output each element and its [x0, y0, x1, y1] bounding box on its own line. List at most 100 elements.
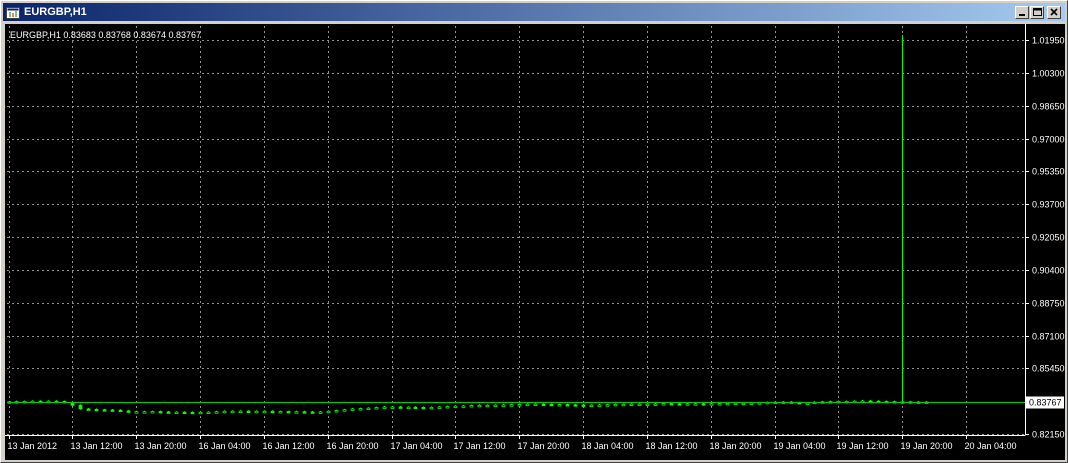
- candle-body: [509, 404, 514, 407]
- candle-body: [150, 411, 155, 414]
- candle-body: [437, 406, 442, 409]
- candle-body: [174, 411, 179, 415]
- candle-body: [517, 404, 522, 407]
- candle-body: [709, 403, 714, 406]
- title-bar[interactable]: EURGBP,H1: [3, 3, 1065, 21]
- candle-body: [725, 402, 730, 406]
- candle-body: [621, 403, 626, 407]
- candle-body: [270, 410, 275, 414]
- candle-body: [390, 406, 395, 409]
- candle-body: [573, 404, 578, 407]
- candle-body: [166, 411, 171, 414]
- x-tick-label: 13 Jan 12:00: [71, 441, 123, 451]
- candle-body: [398, 406, 403, 409]
- candle-body: [230, 410, 235, 414]
- maximize-button[interactable]: [1030, 6, 1044, 19]
- candle-body: [717, 403, 722, 406]
- y-tick-label: 0.97000: [1032, 135, 1065, 145]
- candle-body: [613, 403, 618, 407]
- y-tick-label: 0.90400: [1032, 266, 1065, 276]
- candle-body: [685, 403, 690, 406]
- candle-body: [318, 411, 323, 414]
- close-button[interactable]: [1047, 6, 1061, 19]
- candle-body: [597, 404, 602, 407]
- x-tick-label: 19 Jan 12:00: [837, 441, 889, 451]
- candle-body: [222, 410, 227, 414]
- candle-body: [334, 410, 339, 413]
- candle-body: [605, 404, 610, 407]
- candle-body: [421, 406, 426, 410]
- candle-body: [326, 410, 331, 414]
- y-tick-label: 0.93700: [1032, 200, 1065, 210]
- candle-body: [206, 411, 211, 415]
- current-price-label: 0.83767: [1029, 398, 1062, 408]
- maximize-icon: [1033, 8, 1042, 16]
- candle-body: [102, 409, 107, 412]
- candle-body: [134, 411, 139, 414]
- price-chart[interactable]: 1.01950 1.00300 0.98650 0.97000 0.95350 0.937…: [5, 24, 1065, 460]
- candle-body: [581, 404, 586, 407]
- x-tick-label: 16 Jan 04:00: [199, 441, 251, 451]
- candle-body: [453, 405, 458, 409]
- candle-body: [142, 411, 147, 414]
- y-tick-label: 0.98650: [1032, 102, 1065, 112]
- candle-body: [653, 403, 658, 406]
- candle-body: [485, 404, 490, 408]
- candle-body: [669, 403, 674, 406]
- x-tick-label: 17 Jan 04:00: [391, 441, 443, 451]
- y-tick-label: 0.87100: [1032, 332, 1065, 342]
- x-tick-label: 13 Jan 2012: [8, 441, 58, 451]
- candle-body: [286, 411, 291, 414]
- candle-body: [525, 403, 530, 407]
- x-tick-label: 18 Jan 04:00: [582, 441, 634, 451]
- candle-body: [565, 404, 570, 407]
- candle-body: [182, 411, 187, 415]
- candle-body: [733, 402, 738, 406]
- x-tick-label: 18 Jan 12:00: [646, 441, 698, 451]
- chart-header: EURGBP,H1 0.83683 0.83768 0.83674 0.8376…: [10, 30, 201, 40]
- candle-body: [741, 402, 746, 406]
- x-tick-label: 18 Jan 20:00: [710, 441, 762, 451]
- candle-body: [493, 404, 498, 408]
- candle-body: [629, 403, 634, 407]
- candle-body: [214, 411, 219, 414]
- candle-body: [677, 403, 682, 406]
- candle-body: [477, 404, 482, 408]
- candle-body: [110, 409, 115, 412]
- candle-body: [278, 411, 283, 414]
- candle-body: [557, 404, 562, 407]
- candle-body: [645, 403, 650, 407]
- candle-body: [86, 408, 91, 411]
- chart-app-icon: [6, 5, 20, 19]
- close-icon: [1050, 8, 1058, 16]
- candle-body: [302, 411, 307, 414]
- candle-body: [94, 408, 99, 412]
- x-tick-label: 20 Jan 04:00: [965, 441, 1017, 451]
- candle-body: [701, 403, 706, 406]
- candle-body: [461, 405, 466, 408]
- y-tick-label: 1.01950: [1032, 36, 1065, 46]
- candle-body: [445, 406, 450, 409]
- candle-body: [246, 410, 251, 414]
- minimize-button[interactable]: [1015, 6, 1029, 19]
- x-tick-label: 13 Jan 20:00: [135, 441, 187, 451]
- candle-body: [158, 411, 163, 414]
- x-tick-label: 19 Jan 04:00: [774, 441, 826, 451]
- chart-window: EURGBP,H1 1.01950 1.00300 0.98650 0.97000 0.…: [0, 0, 1068, 463]
- candle-body: [78, 404, 83, 410]
- candle-body: [366, 407, 371, 411]
- y-tick-label: 0.85450: [1032, 364, 1065, 374]
- candle-body: [342, 409, 347, 412]
- x-tick-label: 19 Jan 20:00: [901, 441, 953, 451]
- chart-area[interactable]: 1.01950 1.00300 0.98650 0.97000 0.95350 0.937…: [5, 24, 1065, 460]
- y-tick-label: 1.00300: [1032, 69, 1065, 79]
- candle-body: [661, 403, 666, 406]
- candle-body: [294, 411, 299, 414]
- candle-body: [637, 403, 642, 407]
- candle-body: [262, 410, 267, 414]
- candle-body: [406, 406, 411, 410]
- candle-body: [549, 403, 554, 407]
- x-tick-label: 17 Jan 12:00: [454, 441, 506, 451]
- candle-body: [805, 402, 810, 405]
- candle-body: [541, 403, 546, 407]
